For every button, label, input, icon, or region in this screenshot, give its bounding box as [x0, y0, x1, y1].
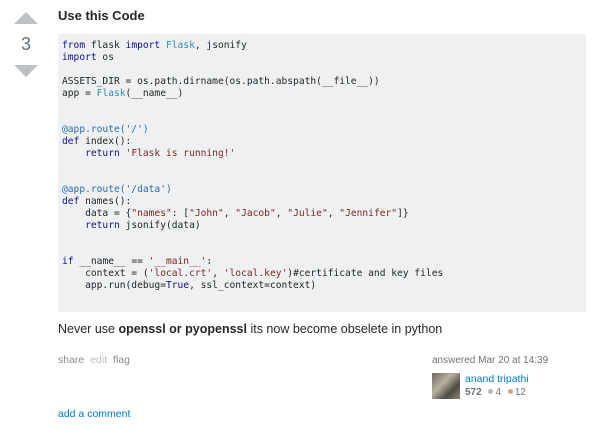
code-line: @app.route('/') — [62, 124, 149, 135]
bronze-badge-icon — [507, 389, 513, 395]
edit-link[interactable]: edit — [90, 354, 107, 366]
code-line: ​ — [62, 244, 584, 256]
triangle-up-icon — [14, 12, 38, 24]
reputation-score: 572 — [465, 387, 482, 398]
code-line: app = Flask(__name__) — [62, 88, 184, 99]
code-block: from flask import Flask, jsonify import o… — [58, 34, 586, 312]
answered-time: answered Mar 20 at 14:39 — [432, 355, 549, 366]
user-stats: 572 4 12 — [465, 387, 526, 398]
code-line: @app.route('/data') — [62, 184, 172, 195]
code-line: ​ — [62, 112, 584, 124]
answer-post: 3 Use this Code from flask import Flask,… — [0, 0, 600, 431]
vote-count: 3 — [20, 34, 31, 54]
avatar[interactable] — [432, 373, 460, 399]
code-line: return 'Flask is running!' — [85, 148, 236, 159]
answer-text-suffix: its now become obselete in python — [246, 322, 443, 336]
code-line: data = {"names": ["John", "Jacob", "Juli… — [62, 208, 409, 219]
code-line: if __name__ == '__main__': — [62, 256, 213, 267]
triangle-down-icon — [14, 65, 38, 77]
code-line: def names(): — [62, 196, 132, 207]
answer-text: Never use openssl or pyopenssl its now b… — [58, 322, 442, 336]
code-line: ​ — [62, 64, 584, 76]
user-name-link[interactable]: anand tripathi — [465, 373, 529, 385]
code-line: return jsonify(data) — [85, 220, 201, 231]
code-line: import os — [62, 52, 114, 63]
silver-badge-icon — [488, 389, 494, 395]
code-line: from flask import Flask, jsonify — [62, 40, 247, 51]
post-menu: share edit flag — [58, 354, 133, 366]
code-line: ​ — [62, 160, 584, 172]
code-line: ​ — [62, 172, 584, 184]
user-details: anand tripathi 572 4 12 — [432, 371, 582, 401]
upvote-button[interactable] — [14, 12, 38, 24]
answer-text-bold: openssl or pyopenssl — [118, 322, 247, 336]
code-line: context = ('local.crt', 'local.key')#cer… — [62, 268, 444, 279]
answer-text-prefix: Never use — [58, 322, 119, 336]
add-comment-link[interactable]: add a comment — [58, 408, 130, 420]
code-line: ASSETS_DIR = os.path.dirname(os.path.abs… — [62, 76, 380, 87]
share-link[interactable]: share — [58, 354, 84, 366]
code-line: ​ — [62, 100, 584, 112]
code-line: def index(): — [62, 136, 132, 147]
post-title: Use this Code — [58, 8, 145, 23]
bronze-badge-count: 12 — [514, 387, 526, 398]
flag-link[interactable]: flag — [113, 354, 130, 366]
downvote-button[interactable] — [14, 65, 38, 77]
code-line: app.run(debug=True, ssl_context=context) — [62, 280, 317, 291]
user-info-card: answered Mar 20 at 14:39 anand tripathi … — [432, 355, 582, 399]
silver-badge-count: 4 — [495, 387, 502, 398]
code-line: ​ — [62, 232, 584, 244]
